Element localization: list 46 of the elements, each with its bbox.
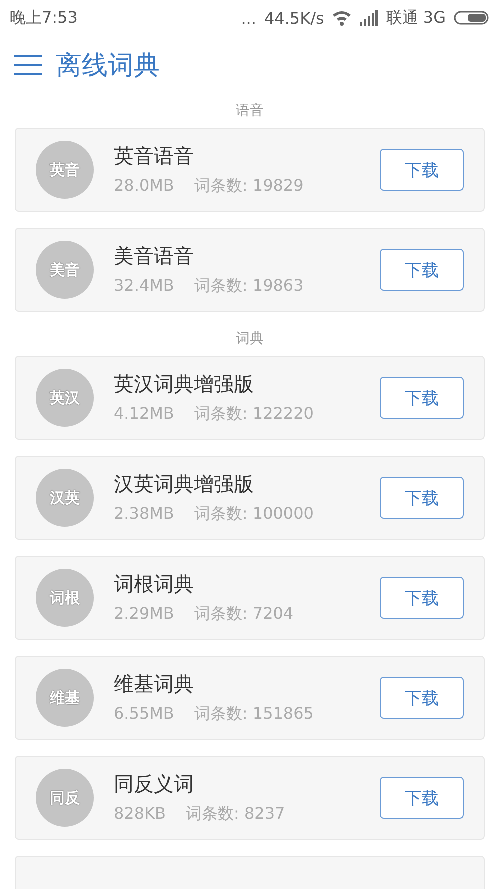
file-size: 6.55MB [114,704,174,725]
download-button[interactable]: 下载 [380,249,464,291]
section-title: 语音 [236,102,264,121]
entry-count: 词条数: 100000 [194,504,314,525]
dictionary-name: 英汉词典增强版 [114,371,255,398]
download-button[interactable]: 下载 [380,149,464,191]
download-button[interactable]: 下载 [380,377,464,419]
entry-count: 词条数: 19829 [194,176,304,197]
dictionary-name: 同反义词 [114,771,195,798]
file-size: 32.4MB [114,276,174,297]
page-title: 离线词典 [56,50,160,82]
download-button[interactable]: 下载 [380,477,464,519]
dictionary-avatar: 词根 [36,569,94,627]
dictionary-name: 汉英词典增强版 [114,471,255,498]
entry-count: 词条数: 7204 [194,604,294,625]
battery-icon [454,10,490,26]
dictionary-name: 英音语音 [114,143,195,170]
dictionary-name: 维基词典 [114,671,195,698]
dictionary-avatar: 美音 [36,241,94,299]
file-size: 828KB [114,804,166,825]
carrier: 联通 3G [386,8,446,28]
wifi-icon [332,10,352,26]
entry-count: 词条数: 122220 [194,404,314,425]
status-dots: ... [241,8,256,28]
file-size: 2.38MB [114,504,174,525]
entry-count: 词条数: 151865 [194,704,314,725]
menu-icon[interactable] [14,55,42,75]
dictionary-name: 美音语音 [114,243,195,270]
file-size: 4.12MB [114,404,174,425]
file-size: 2.29MB [114,604,174,625]
download-button[interactable]: 下载 [380,777,464,819]
file-size: 28.0MB [114,176,174,197]
dictionary-avatar: 同反 [36,769,94,827]
download-button[interactable]: 下载 [380,677,464,719]
network-speed: 44.5K/s [264,8,324,28]
dictionary-avatar: 维基 [36,669,94,727]
dictionary-avatar: 汉英 [36,469,94,527]
signal-icon [360,10,378,26]
entry-count: 词条数: 19863 [194,276,304,297]
dictionary-avatar: 英音 [36,141,94,199]
section-title: 词典 [236,330,264,349]
status-time: 晚上7:53 [10,8,78,28]
dictionary-avatar: 英汉 [36,369,94,427]
entry-count: 词条数: 8237 [186,804,286,825]
download-button[interactable]: 下载 [380,577,464,619]
dictionary-name: 词根词典 [114,571,195,598]
